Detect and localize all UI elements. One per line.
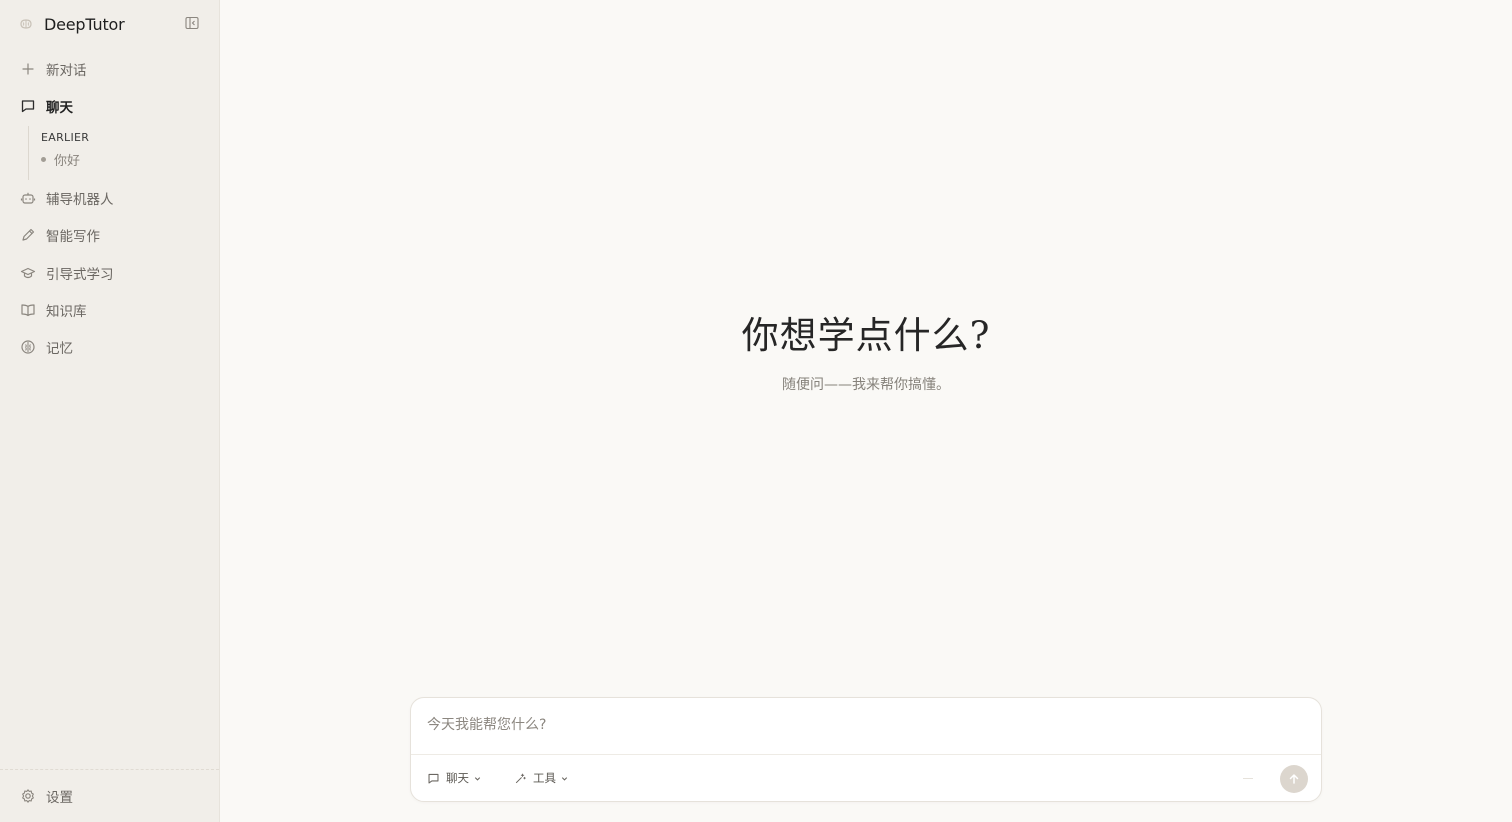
sidebar-item-writing[interactable]: 智能写作 bbox=[18, 223, 100, 247]
message-input[interactable] bbox=[427, 714, 1287, 736]
book-open-icon bbox=[18, 300, 38, 320]
mode-selector[interactable]: 聊天 bbox=[427, 768, 482, 788]
sidebar-footer-divider bbox=[0, 769, 219, 770]
sidebar-item-label: 辅导机器人 bbox=[46, 192, 114, 208]
app-name: DeepTutor bbox=[44, 14, 125, 34]
brain-icon bbox=[18, 337, 38, 357]
chevron-down-icon bbox=[473, 774, 482, 783]
robot-icon bbox=[18, 188, 38, 208]
sidebar-item-label: 引导式学习 bbox=[46, 267, 114, 283]
sidebar-item-label: 智能写作 bbox=[46, 229, 100, 245]
history-item[interactable]: 你好 bbox=[41, 150, 89, 169]
sidebar: DeepTutor 新对话 聊天 EARLIER 你好 辅导机器人 智能写作 引… bbox=[0, 0, 220, 822]
sparkles-icon bbox=[514, 771, 528, 785]
main-area: 你想学点什么? 随便问——我来帮你搞懂。 聊天 工具 bbox=[220, 0, 1512, 822]
tools-label: 工具 bbox=[533, 771, 556, 785]
message-square-icon bbox=[427, 771, 441, 785]
plus-icon bbox=[18, 59, 38, 79]
sidebar-collapse-icon[interactable] bbox=[184, 15, 200, 31]
pencil-icon bbox=[18, 225, 38, 245]
sidebar-item-tutor-bot[interactable]: 辅导机器人 bbox=[18, 186, 114, 210]
sidebar-item-label: 记忆 bbox=[46, 341, 73, 357]
composer-divider bbox=[411, 754, 1321, 755]
bullet-dot bbox=[41, 157, 46, 162]
settings-label: 设置 bbox=[46, 790, 73, 806]
brand[interactable]: DeepTutor bbox=[18, 12, 125, 36]
send-button[interactable] bbox=[1280, 765, 1308, 793]
history-group-label: EARLIER bbox=[41, 131, 90, 144]
mode-label: 聊天 bbox=[446, 771, 469, 785]
sidebar-item-label: 聊天 bbox=[46, 100, 73, 116]
sidebar-item-guided-learning[interactable]: 引导式学习 bbox=[18, 261, 114, 285]
settings-button[interactable]: 设置 bbox=[18, 784, 73, 808]
sidebar-item-label: 知识库 bbox=[46, 304, 87, 320]
history-item-label: 你好 bbox=[54, 154, 81, 169]
brain-logo-icon bbox=[18, 18, 34, 30]
graduation-cap-icon bbox=[18, 263, 38, 283]
message-square-icon bbox=[18, 96, 38, 116]
gear-icon bbox=[18, 786, 38, 806]
arrow-up-icon bbox=[1288, 770, 1300, 789]
tools-selector[interactable]: 工具 bbox=[514, 768, 569, 788]
divider-mark bbox=[1243, 778, 1253, 779]
sidebar-item-memory[interactable]: 记忆 bbox=[18, 335, 73, 359]
page-subtitle: 随便问——我来帮你搞懂。 bbox=[782, 377, 950, 393]
sidebar-item-knowledge-base[interactable]: 知识库 bbox=[18, 298, 87, 322]
new-chat-label: 新对话 bbox=[46, 63, 87, 79]
app-root: DeepTutor 新对话 聊天 EARLIER 你好 辅导机器人 智能写作 引… bbox=[0, 0, 1512, 822]
new-chat-button[interactable]: 新对话 bbox=[18, 57, 87, 81]
page-title: 你想学点什么? bbox=[741, 314, 991, 357]
sidebar-item-chat[interactable]: 聊天 bbox=[18, 94, 73, 118]
chat-composer: 聊天 工具 bbox=[410, 697, 1322, 802]
chat-history: EARLIER 你好 bbox=[28, 126, 89, 180]
chevron-down-icon bbox=[560, 774, 569, 783]
